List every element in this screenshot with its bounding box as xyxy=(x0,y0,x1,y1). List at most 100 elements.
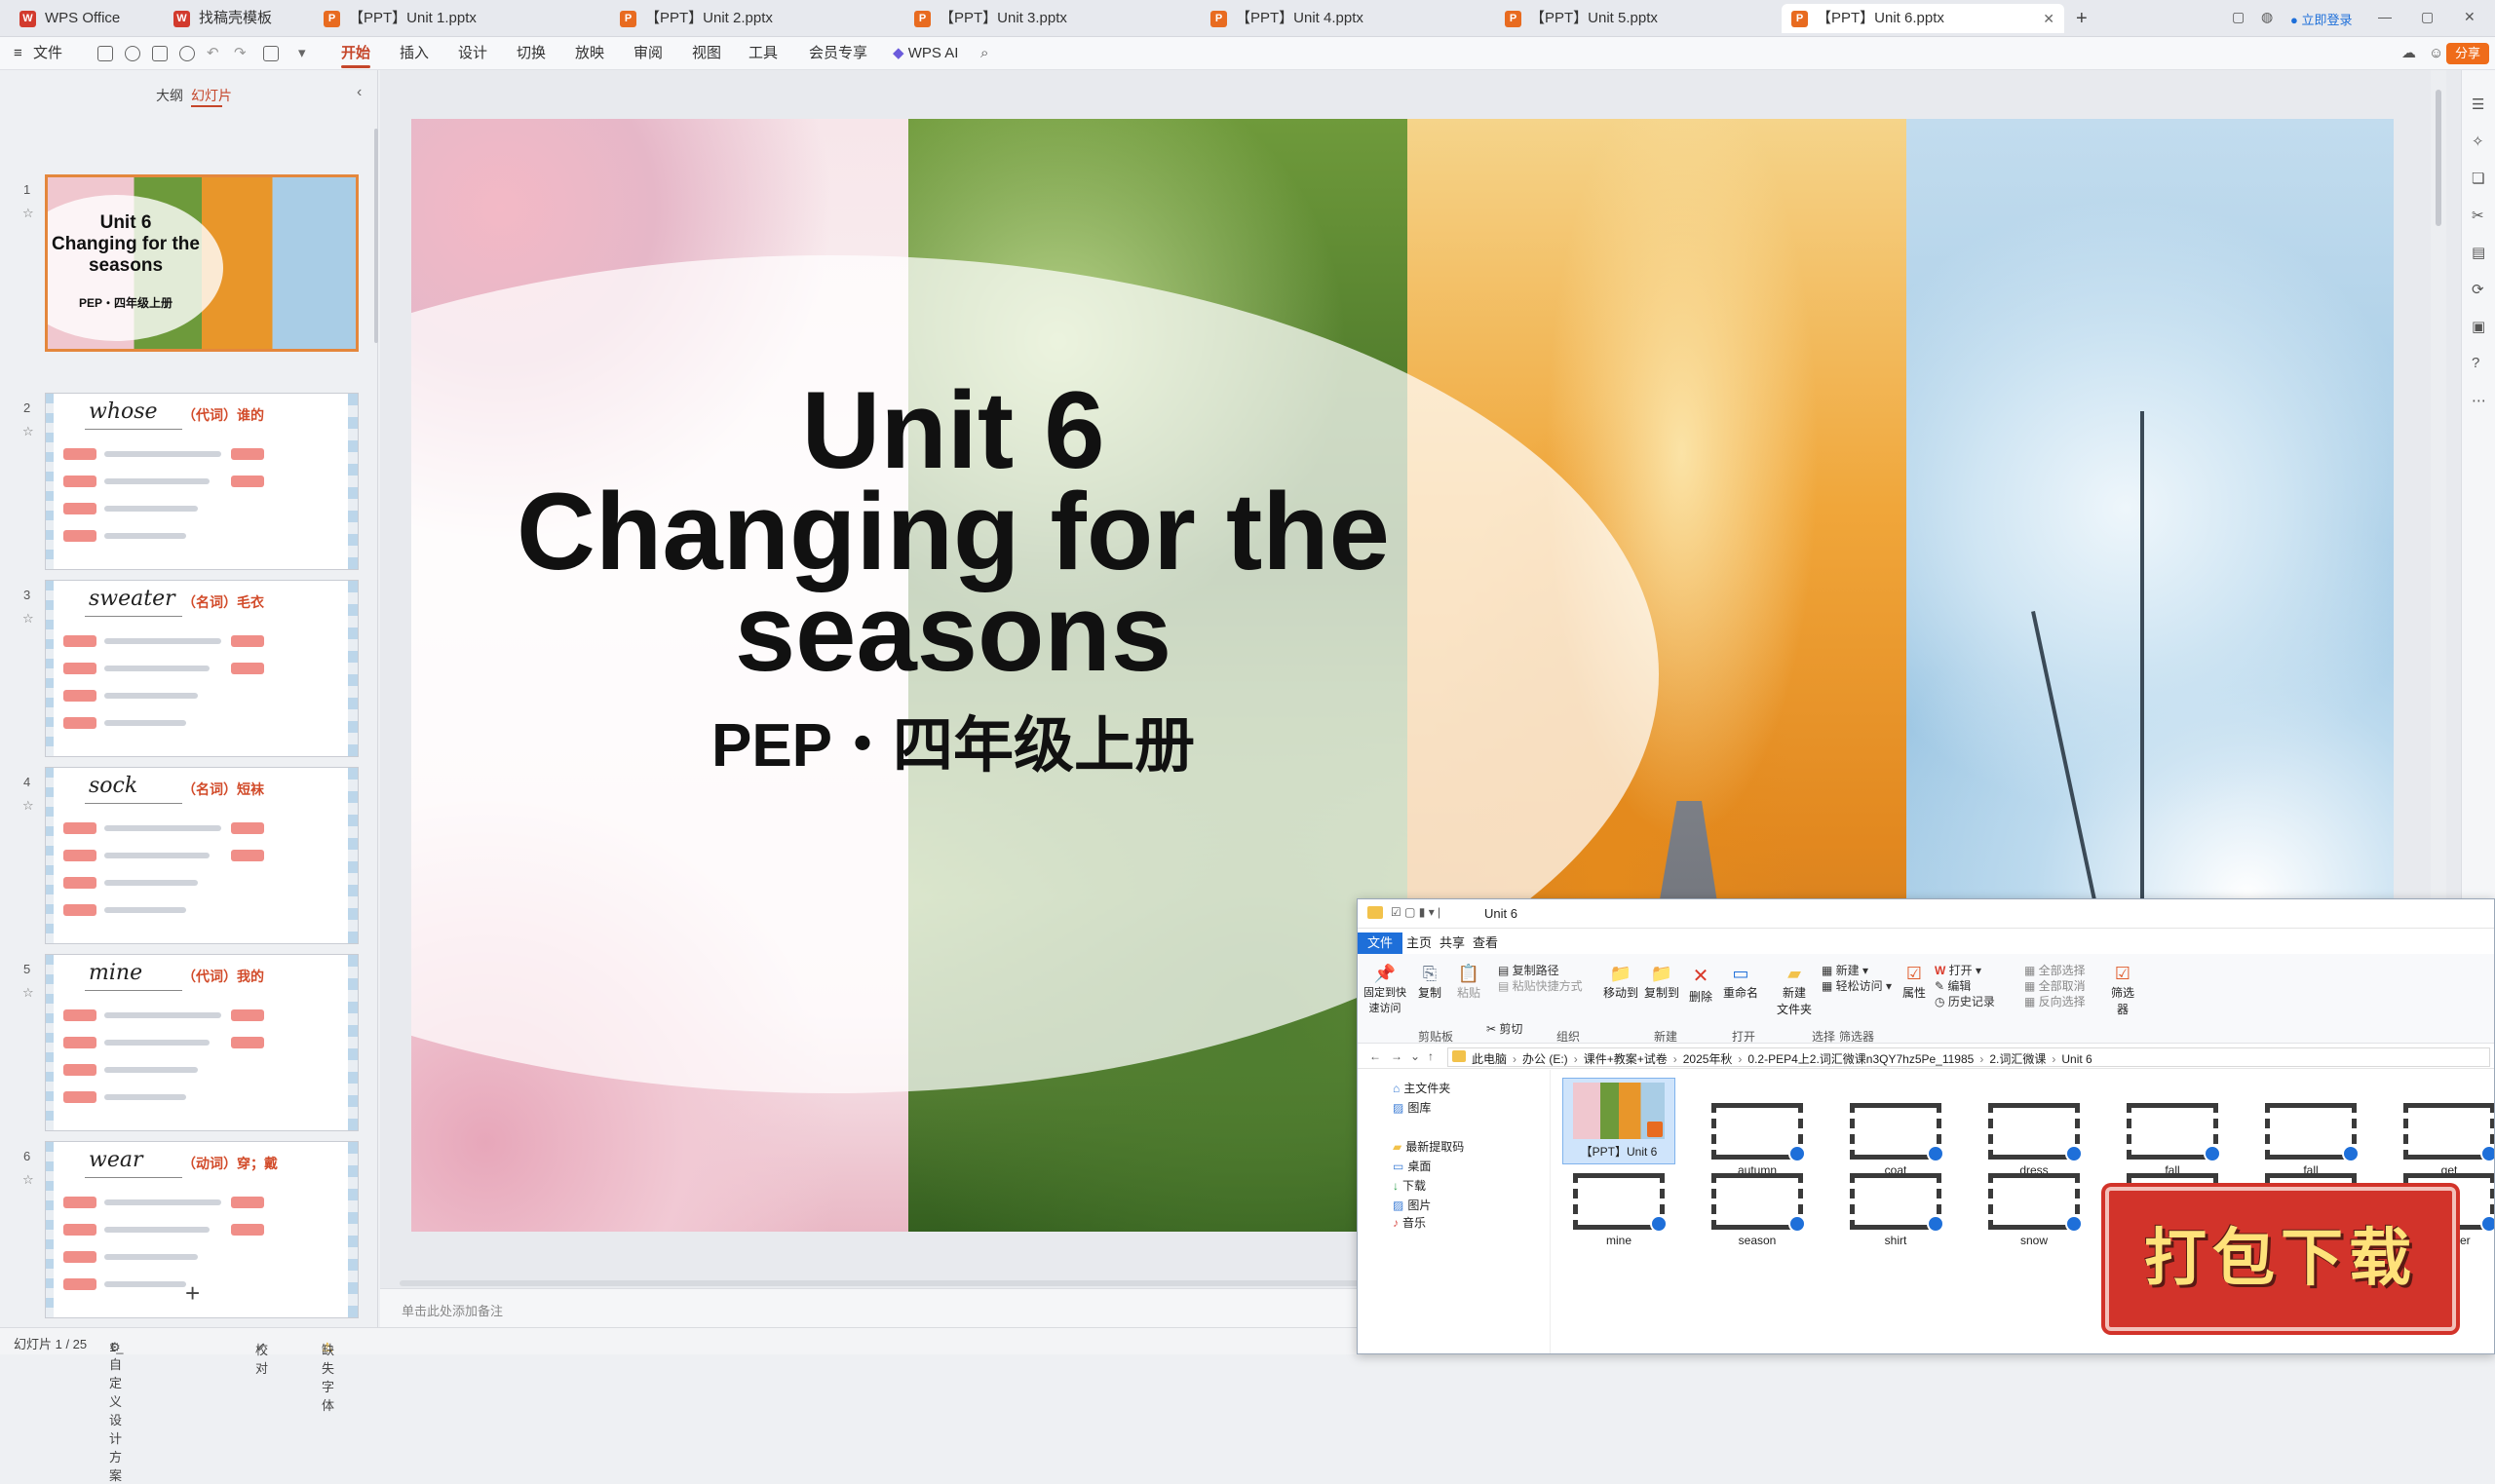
slide-thumbnail-5[interactable]: mine （代词）我的 xyxy=(45,954,359,1131)
backup-icon[interactable]: ▣ xyxy=(2472,318,2485,335)
breadcrumb-item[interactable]: 此电脑 xyxy=(1472,1052,1507,1066)
minimize-icon[interactable]: — xyxy=(2378,9,2392,24)
menu-2[interactable]: 设计 xyxy=(458,37,487,70)
share-button[interactable]: 分享 xyxy=(2446,43,2489,64)
file-item-video[interactable]: get xyxy=(2393,1103,2494,1177)
history-button[interactable]: ◷ 历史记录 xyxy=(1935,993,1995,1009)
back-icon[interactable]: ← xyxy=(1369,1049,1381,1063)
shape-icon[interactable]: ❏ xyxy=(2472,170,2484,187)
breadcrumb-item[interactable]: 办公 (E:) xyxy=(1522,1052,1568,1066)
undo-icon[interactable]: ↶ xyxy=(207,37,219,70)
slide-thumbnail-4[interactable]: sock （名词）短袜 xyxy=(45,767,359,944)
export-icon[interactable] xyxy=(125,46,140,61)
tab-6[interactable]: P 【PPT】Unit 5.pptx xyxy=(1495,4,1776,33)
breadcrumb-item[interactable]: 课件+教案+试卷 xyxy=(1584,1052,1668,1066)
delete-button[interactable]: ✕ 删除 xyxy=(1683,964,1718,1005)
filter-button[interactable]: ☑ 筛选 器 xyxy=(2108,964,2137,1017)
tab-2[interactable]: P 【PPT】Unit 1.pptx xyxy=(314,4,604,33)
nav-item-0[interactable]: ⌂ 主文件夹 xyxy=(1393,1080,1450,1096)
properties-icon[interactable]: ☰ xyxy=(2472,95,2484,113)
breadcrumb-item[interactable]: 0.2-PEP4上2.词汇微课n3QY7hz5Pe_11985 xyxy=(1747,1052,1974,1066)
tab-5[interactable]: P 【PPT】Unit 4.pptx xyxy=(1201,4,1491,33)
favorite-star-icon[interactable]: ☆ xyxy=(22,611,34,627)
breadcrumb-item[interactable]: Unit 6 xyxy=(2061,1052,2092,1066)
animation-icon[interactable]: ✧ xyxy=(2472,133,2484,150)
login-button[interactable]: ● 立即登录 xyxy=(2290,10,2352,28)
skin-icon[interactable]: ◍ xyxy=(2261,9,2273,25)
slide-thumbnail-2[interactable]: whose （代词）谁的 xyxy=(45,393,359,570)
menu-4[interactable]: 放映 xyxy=(575,37,604,70)
maximize-icon[interactable]: ▢ xyxy=(2421,9,2434,25)
more-chevron-icon[interactable]: ▾ xyxy=(298,37,306,70)
slide-subtitle[interactable]: PEP・四年级上册 xyxy=(411,696,1495,783)
cut-button[interactable]: ✂ 剪切 xyxy=(1486,1020,1522,1037)
preview-icon[interactable] xyxy=(179,46,195,61)
wps-ai-button[interactable]: ◆ WPS AI xyxy=(893,37,958,70)
outline-tab[interactable]: 大纲 xyxy=(156,86,183,105)
nav-item-6[interactable]: ♪ 音乐 xyxy=(1393,1214,1426,1231)
save-icon[interactable] xyxy=(97,46,113,61)
file-item-video[interactable]: mine xyxy=(1562,1173,1675,1247)
design-icon[interactable]: ▤ xyxy=(2472,244,2485,261)
slides-tab[interactable]: 幻灯片 xyxy=(191,86,232,105)
help-icon[interactable]: ? xyxy=(2472,355,2479,371)
tools-icon[interactable]: ✂ xyxy=(2472,207,2484,224)
breadcrumb-item[interactable]: 2025年秋 xyxy=(1683,1052,1733,1066)
favorite-star-icon[interactable]: ☆ xyxy=(22,798,34,814)
tab-1[interactable]: W 找稿壳模板 xyxy=(164,4,310,33)
close-tab-icon[interactable]: ✕ xyxy=(2043,4,2054,33)
menu-8[interactable]: 会员专享 xyxy=(809,37,867,70)
breadcrumb-item[interactable]: 2.词汇微课 xyxy=(1989,1052,2046,1066)
new-folder-button[interactable]: ▰ 新建 文件夹 xyxy=(1773,964,1816,1017)
more-icon[interactable]: ⋯ xyxy=(2472,392,2486,409)
cloud-sync-icon[interactable]: ☁ xyxy=(2401,37,2416,70)
up-icon[interactable]: ↑ xyxy=(1428,1049,1434,1063)
easy-access-button[interactable]: ▦ 轻松访问 ▾ xyxy=(1822,977,1892,994)
close-window-icon[interactable]: ✕ xyxy=(2464,9,2476,25)
rename-button[interactable]: ▭ 重命名 xyxy=(1720,964,1761,1001)
edit-button[interactable]: ✎ 编辑 xyxy=(1935,977,1971,994)
tab-7[interactable]: P 【PPT】Unit 6.pptx ✕ xyxy=(1782,4,2064,33)
new-tab-icon[interactable]: + xyxy=(2076,8,2088,30)
slide-thumbnail-3[interactable]: sweater （名词）毛衣 xyxy=(45,580,359,757)
tab-3[interactable]: P 【PPT】Unit 2.pptx xyxy=(610,4,901,33)
vertical-scroll-thumb[interactable] xyxy=(2436,90,2441,226)
menu-1[interactable]: 插入 xyxy=(400,37,429,70)
add-slide-button[interactable]: + xyxy=(185,1278,200,1309)
nav-item-4[interactable]: ↓ 下载 xyxy=(1393,1177,1426,1194)
thumbnail-scrollbar[interactable] xyxy=(374,129,378,343)
file-item-video[interactable]: coat xyxy=(1839,1103,1952,1177)
paste-button[interactable]: 📋 粘贴 xyxy=(1451,964,1486,1001)
package-download-badge[interactable]: 打包下载 xyxy=(2105,1187,2456,1331)
file-item-video[interactable]: autumn xyxy=(1701,1103,1814,1177)
menu-5[interactable]: 审阅 xyxy=(633,37,663,70)
file-item-video[interactable]: season xyxy=(1701,1173,1814,1247)
invert-selection-button[interactable]: ▦ 反向选择 xyxy=(2024,993,2086,1009)
menu-3[interactable]: 切换 xyxy=(517,37,546,70)
ribbon-tab-3[interactable]: 查看 xyxy=(1463,932,1508,954)
nav-item-1[interactable]: ▨ 图库 xyxy=(1393,1099,1431,1116)
format-painter-icon[interactable] xyxy=(263,46,279,61)
search-icon[interactable]: ⌕ xyxy=(980,37,988,70)
nav-item-5[interactable]: ▨ 图片 xyxy=(1393,1197,1431,1213)
move-to-button[interactable]: 📁 移动到 xyxy=(1601,964,1640,1001)
user-icon[interactable]: ☺ xyxy=(2429,37,2443,70)
menu-file[interactable]: 文件 xyxy=(33,37,62,70)
open-button[interactable]: W 打开 ▾ xyxy=(1935,962,1981,978)
nav-item-2[interactable]: ▰ 最新提取码 xyxy=(1393,1138,1464,1155)
favorite-star-icon[interactable]: ☆ xyxy=(22,985,34,1001)
slide-thumbnail-6[interactable]: wear （动词）穿；戴 xyxy=(45,1141,359,1318)
hamburger-icon[interactable]: ≡ xyxy=(14,37,22,70)
select-none-button[interactable]: ▦ 全部取消 xyxy=(2024,977,2086,994)
print-icon[interactable] xyxy=(152,46,168,61)
properties-button[interactable]: ☑ 属性 xyxy=(1900,964,1929,1001)
file-item-video[interactable]: shirt xyxy=(1839,1173,1952,1247)
copy-path-button[interactable]: ▤ 复制路径 xyxy=(1498,962,1559,978)
file-item-video[interactable]: fall xyxy=(2254,1103,2367,1177)
file-item-pptx[interactable]: 【PPT】Unit 6 xyxy=(1562,1078,1675,1164)
tab-4[interactable]: P 【PPT】Unit 3.pptx xyxy=(904,4,1195,33)
sync-icon[interactable]: ⟳ xyxy=(2472,281,2484,298)
forward-icon[interactable]: → xyxy=(1391,1049,1402,1063)
menu-6[interactable]: 视图 xyxy=(692,37,721,70)
pin-quick-access-button[interactable]: 📌 固定到快 速访问 xyxy=(1362,964,1408,1015)
